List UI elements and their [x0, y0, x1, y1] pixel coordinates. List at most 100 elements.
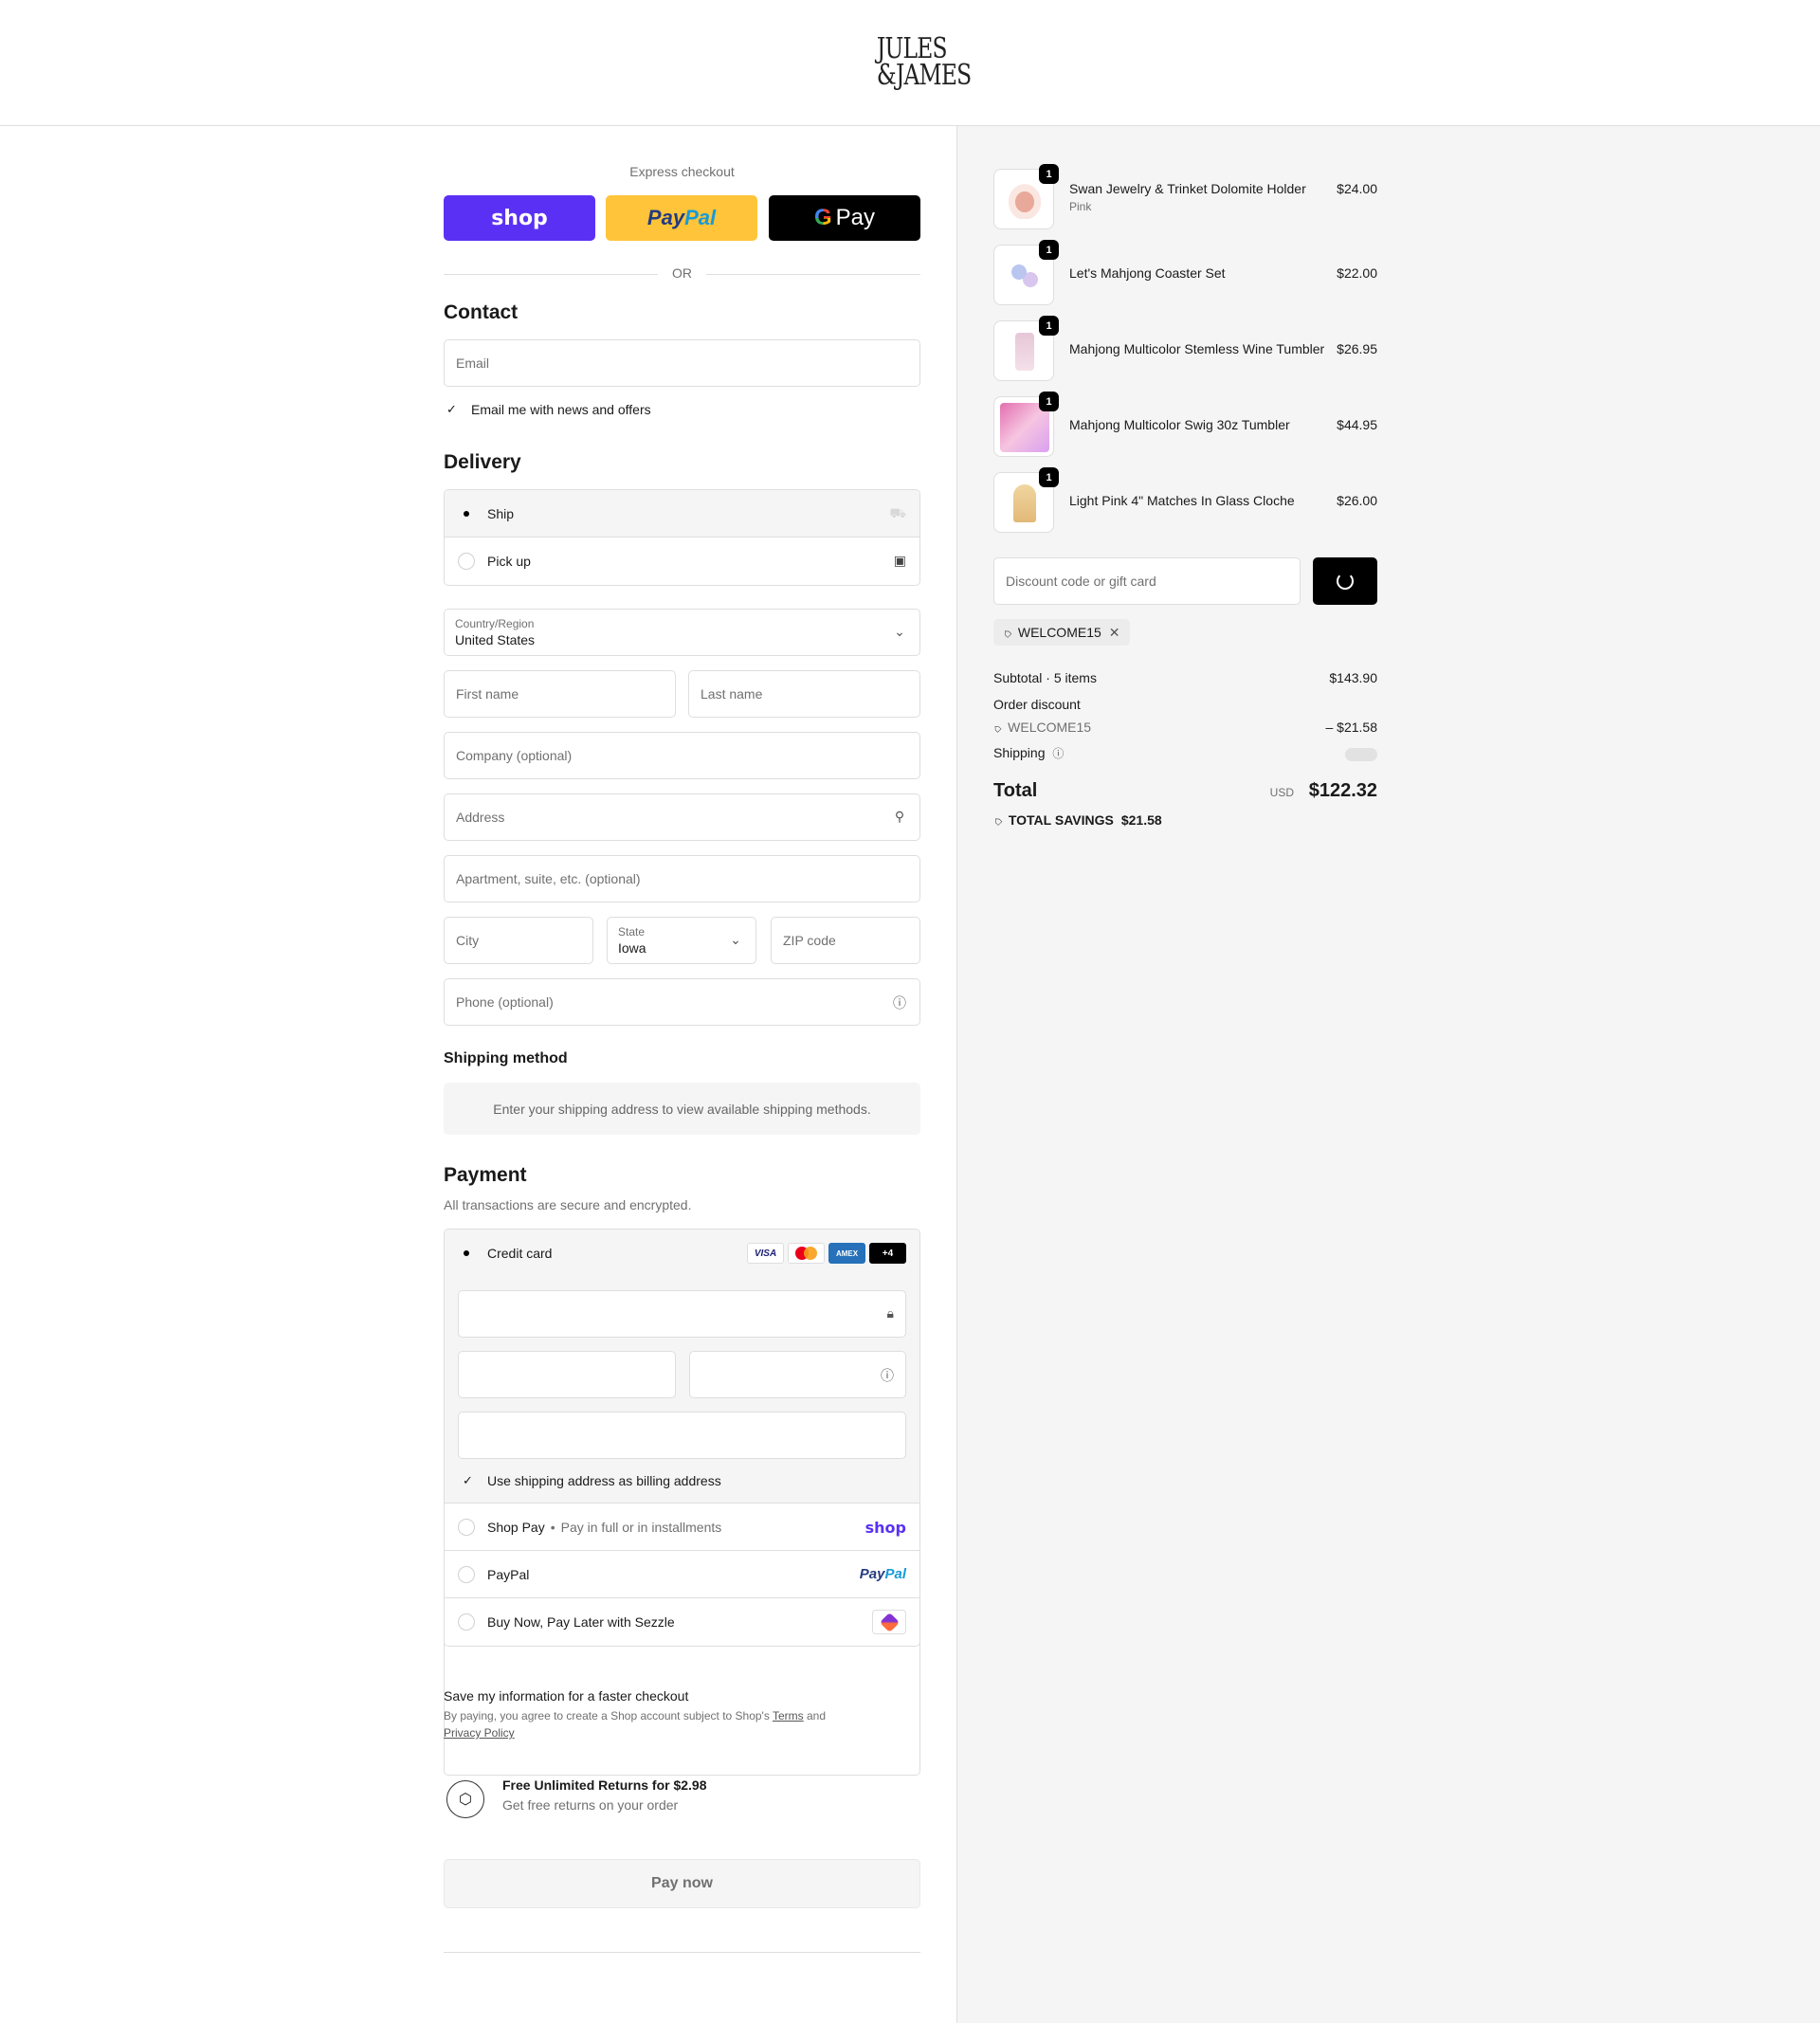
shop-pay-sublabel: Pay in full or in installments — [560, 1519, 722, 1535]
apartment-field[interactable]: Apartment, suite, etc. (optional) — [444, 855, 920, 902]
subtotal-label: Subtotal · 5 items — [993, 670, 1097, 685]
product-name: Mahjong Multicolor Swig 30z Tumbler — [1069, 417, 1290, 432]
billing-address-checkbox[interactable]: ✓ Use shipping address as billing addres… — [460, 1473, 721, 1488]
expiration-date-field[interactable] — [458, 1351, 676, 1398]
search-icon: ⚲ — [894, 809, 905, 824]
google-g-icon: G — [813, 205, 832, 230]
pay-now-button[interactable]: Pay now — [444, 1859, 920, 1908]
save-info-and: and — [807, 1709, 827, 1722]
delivery-option-pickup[interactable]: Pick up ▣ — [445, 538, 919, 585]
name-on-card-field[interactable] — [458, 1412, 906, 1459]
cart-item: 1 Mahjong Multicolor Swig 30z Tumbler $4… — [993, 392, 1377, 457]
or-label: OR — [672, 265, 692, 281]
last-name-field[interactable]: Last name — [688, 670, 920, 718]
cart-item: 1 Swan Jewelry & Trinket Dolomite Holder… — [993, 164, 1377, 229]
country-select[interactable]: Country/Region United States ⌄ — [444, 609, 920, 656]
zip-placeholder: ZIP code — [783, 933, 836, 948]
payment-option-sezzle[interactable]: Buy Now, Pay Later with Sezzle — [445, 1598, 919, 1646]
delivery-heading: Delivery — [444, 451, 521, 473]
delivery-option-ship[interactable]: Ship ⛟ — [445, 490, 919, 538]
product-thumbnail: 1 — [993, 392, 1059, 457]
product-name: Mahjong Multicolor Stemless Wine Tumbler — [1069, 341, 1325, 356]
address-field[interactable]: Address ⚲ — [444, 793, 920, 841]
country-label: Country/Region — [455, 617, 535, 630]
product-price: $22.00 — [1337, 265, 1377, 281]
amex-icon: AMEX — [828, 1243, 865, 1264]
subtotal-value: $143.90 — [1329, 670, 1377, 685]
close-icon[interactable]: ✕ — [1109, 625, 1120, 641]
product-thumbnail: 1 — [993, 316, 1059, 381]
payment-option-paypal[interactable]: PayPal PayPal — [445, 1551, 919, 1598]
paypal-express-button[interactable]: Pay Pal — [606, 195, 757, 241]
radio-selected-icon — [458, 505, 475, 522]
divider-line-right — [706, 274, 920, 275]
total-savings-value: $21.58 — [1120, 812, 1162, 828]
sezzle-logo-icon — [872, 1610, 906, 1634]
payment-option-credit-card[interactable]: Credit card VISA AMEX +4 — [445, 1230, 919, 1277]
brand-logo[interactable]: JULES &JAMES — [867, 35, 972, 91]
product-name: Swan Jewelry & Trinket Dolomite Holder — [1069, 181, 1306, 196]
more-cards-badge: +4 — [869, 1243, 906, 1264]
returns-title: Free Unlimited Returns for $2.98 — [502, 1777, 707, 1793]
first-name-field[interactable]: First name — [444, 670, 676, 718]
payment-subtitle: All transactions are secure and encrypte… — [444, 1197, 692, 1212]
product-thumbnail: 1 — [993, 467, 1059, 533]
billing-address-label: Use shipping address as billing address — [487, 1473, 721, 1488]
total-value: $122.32 — [1308, 780, 1377, 801]
city-field[interactable]: City — [444, 917, 593, 964]
quantity-badge: 1 — [1039, 164, 1059, 184]
phone-field[interactable]: Phone (optional) ⓘ — [444, 978, 920, 1026]
separator-dot: • — [550, 1519, 555, 1535]
help-circle-icon[interactable]: ⓘ — [1052, 747, 1064, 760]
express-checkout-title: Express checkout — [629, 164, 735, 179]
company-field[interactable]: Company (optional) — [444, 732, 920, 779]
tag-icon: ⌂ — [998, 624, 1015, 641]
subtotal-row: Subtotal · 5 items $143.90 — [993, 670, 1377, 685]
truck-icon: ⛟ — [889, 505, 906, 520]
help-circle-icon[interactable]: ⓘ — [891, 993, 908, 1011]
email-placeholder: Email — [456, 355, 490, 371]
checkmark-icon: ✓ — [463, 1473, 473, 1487]
order-discount-row: Order discount — [993, 697, 1377, 712]
shop-pay-express-button[interactable]: shop — [444, 195, 595, 241]
quantity-badge: 1 — [1039, 240, 1059, 260]
country-value: United States — [455, 632, 536, 647]
apply-discount-button[interactable] — [1313, 557, 1377, 605]
address-placeholder: Address — [456, 810, 505, 825]
radio-icon — [458, 1518, 475, 1536]
or-divider: OR — [444, 265, 920, 284]
mastercard-icon — [788, 1243, 825, 1264]
email-field[interactable]: Email — [444, 339, 920, 387]
news-offers-checkbox[interactable]: ✓ Email me with news and offers — [444, 402, 651, 417]
help-circle-icon[interactable]: ⓘ — [881, 1366, 894, 1385]
shop-pay-label: Shop Pay — [487, 1519, 545, 1535]
shipping-method-heading: Shipping method — [444, 1050, 568, 1066]
quantity-badge: 1 — [1039, 467, 1059, 487]
first-name-placeholder: First name — [456, 686, 519, 702]
card-number-field[interactable]: 🔒︎ — [458, 1290, 906, 1338]
company-placeholder: Company (optional) — [456, 748, 573, 763]
phone-placeholder: Phone (optional) — [456, 994, 554, 1010]
paypal-logo-text-2: Pal — [884, 1566, 906, 1582]
paypal-logo: PayPal — [860, 1566, 906, 1582]
zip-field[interactable]: ZIP code — [771, 917, 920, 964]
delivery-option-label: Ship — [487, 505, 515, 521]
visa-icon: VISA — [747, 1243, 784, 1264]
contact-heading: Contact — [444, 301, 519, 323]
credit-card-form: 🔒︎ ⓘ ✓ Use shipping address as billing a… — [444, 1277, 920, 1503]
returns-box-icon: ⬡ — [446, 1780, 484, 1818]
payment-option-shop-pay[interactable]: Shop Pay • Pay in full or in installment… — [445, 1504, 919, 1551]
delivery-method-group: Ship ⛟ Pick up ▣ — [444, 489, 920, 586]
quantity-badge: 1 — [1039, 316, 1059, 336]
terms-link[interactable]: Terms — [773, 1709, 804, 1722]
apartment-placeholder: Apartment, suite, etc. (optional) — [456, 871, 641, 886]
discount-code-field[interactable]: Discount code or gift card — [993, 557, 1301, 605]
shipping-label: Shipping — [993, 745, 1046, 760]
shipping-loading-placeholder — [1345, 748, 1377, 761]
google-pay-label: Pay — [835, 205, 876, 230]
state-select[interactable]: State Iowa ⌄ — [607, 917, 756, 964]
security-code-field[interactable]: ⓘ — [689, 1351, 906, 1398]
google-pay-express-button[interactable]: G Pay — [769, 195, 920, 241]
privacy-policy-link[interactable]: Privacy Policy — [444, 1726, 515, 1740]
save-info-title: Save my information for a faster checkou… — [444, 1688, 689, 1704]
